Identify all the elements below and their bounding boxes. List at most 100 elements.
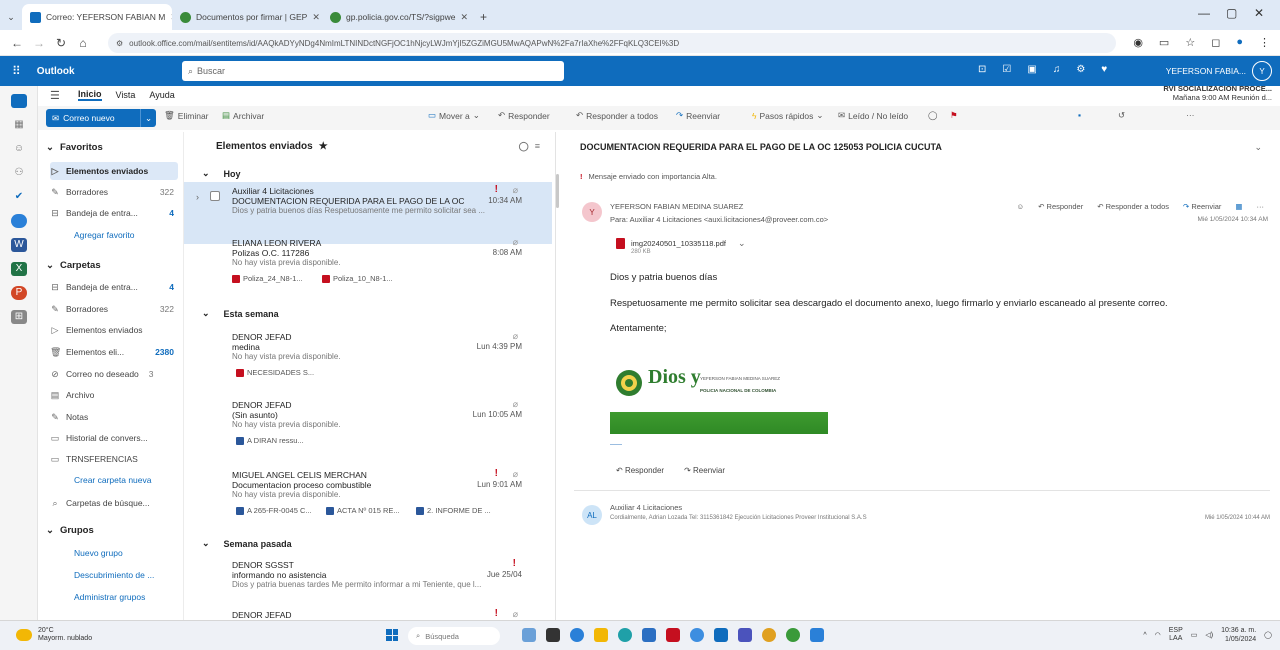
calendar-icon[interactable]: ▦: [11, 118, 27, 132]
select-checkbox[interactable]: [210, 191, 220, 201]
close-window-icon[interactable]: ✕: [1254, 6, 1264, 20]
attachment-card[interactable]: img20240501_10335118.pdf 280 KB ⌄: [616, 238, 746, 255]
bell-icon[interactable]: ♫: [1053, 64, 1061, 75]
tab-ayuda[interactable]: Ayuda: [149, 90, 174, 100]
edge-icon[interactable]: [618, 628, 632, 642]
weather-widget[interactable]: 20°C Mayorm. nublado: [16, 627, 92, 643]
tab-vista[interactable]: Vista: [116, 90, 136, 100]
groups-header[interactable]: ⌄ Grupos: [46, 525, 94, 536]
todo-check-icon[interactable]: ✔: [11, 190, 27, 204]
store-icon[interactable]: [642, 628, 656, 642]
site-info-icon[interactable]: ⚙: [116, 39, 123, 48]
add-favorite-link[interactable]: Agregar favorito: [74, 230, 134, 240]
reply-all-action[interactable]: ↶ Responder a todos: [1097, 202, 1169, 211]
attachment-chip[interactable]: 2. INFORME DE ...: [416, 506, 491, 515]
teams-taskbar-icon[interactable]: [738, 628, 752, 642]
thread-reply-item[interactable]: AL Auxiliar 4 Licitaciones Cordialmente,…: [574, 490, 1270, 536]
tips-icon[interactable]: ♥: [1101, 64, 1107, 75]
list-item[interactable]: DENOR JEFAD ⌀ medina Lun 4:39 PM No hay …: [184, 328, 552, 390]
sender-name[interactable]: YEFERSON FABIAN MEDINA SUAREZ: [610, 202, 743, 211]
forward-button[interactable]: ↷ Reenviar: [676, 110, 720, 121]
undo-button[interactable]: ↺: [1118, 110, 1125, 121]
volume-icon[interactable]: ◁): [1205, 631, 1213, 639]
todo-icon[interactable]: ☑: [1002, 64, 1011, 75]
office-icon[interactable]: [666, 628, 680, 642]
folder-search-folders[interactable]: ⌕ Carpetas de búsque...: [50, 494, 178, 512]
windows-start-icon[interactable]: [386, 629, 398, 641]
close-tab-icon[interactable]: ✕: [460, 12, 468, 23]
tab-search-chevron-icon[interactable]: ⌄: [0, 4, 22, 30]
group-header-this-week[interactable]: ⌄ Esta semana: [202, 308, 279, 319]
folder-drafts[interactable]: ✎ Borradores 322: [50, 300, 178, 318]
attachment-chip[interactable]: NECESIDADES S...: [236, 368, 314, 377]
discover-groups-link[interactable]: Descubrimiento de ...: [74, 570, 154, 580]
tag-button[interactable]: ◯: [928, 110, 938, 121]
list-item[interactable]: ELIANA LEON RIVERA ⌀ Polizas O.C. 117286…: [184, 234, 552, 296]
browser-tab-documents[interactable]: Documentos por firmar | GEP ✕: [172, 4, 322, 30]
new-mail-button[interactable]: ✉ Correo nuevo ⌄: [46, 109, 156, 127]
mail-icon[interactable]: [11, 94, 27, 108]
folder-archive[interactable]: ▤ Archivo: [50, 386, 178, 404]
onedrive-icon[interactable]: [11, 214, 27, 228]
attachment-chip[interactable]: ACTA Nº 015 RE...: [326, 506, 400, 515]
manage-groups-link[interactable]: Administrar grupos: [74, 592, 145, 602]
cast-icon[interactable]: ▭: [1159, 36, 1169, 49]
attachment-chip[interactable]: Poliza_24_N8-1...: [232, 274, 303, 283]
expand-thread-icon[interactable]: ›: [196, 192, 199, 202]
maximize-icon[interactable]: ▢: [1226, 6, 1237, 20]
back-icon[interactable]: ←: [6, 36, 28, 50]
teams-icon[interactable]: ⊡: [978, 64, 986, 75]
chat-icon[interactable]: [570, 628, 584, 642]
browser-tab-outlook[interactable]: Correo: YEFERSON FABIAN M ✕: [22, 4, 172, 30]
browser-menu-icon[interactable]: ⋮: [1259, 36, 1270, 49]
folder-sent[interactable]: ▷ Elementos enviados: [50, 162, 178, 180]
taskbar-search[interactable]: ⌕ Búsqueda: [408, 627, 500, 645]
read-unread-button[interactable]: ✉ Leído / No leído: [838, 110, 908, 121]
reload-icon[interactable]: ↻: [50, 36, 72, 50]
eye-icon[interactable]: ◉: [1133, 36, 1143, 49]
notifications-icon[interactable]: ◯: [1264, 631, 1272, 639]
account-manager[interactable]: YEFERSON FABIA... Y: [1166, 61, 1272, 81]
tab-inicio[interactable]: Inicio: [78, 89, 102, 101]
move-button[interactable]: ▭ Mover a ⌄: [428, 110, 480, 121]
filter-icon[interactable]: ≡: [535, 141, 546, 151]
home-icon[interactable]: ⌂: [72, 36, 94, 50]
folder-transfers[interactable]: ▭ TRNSFERENCIAS: [50, 450, 178, 468]
folder-conversation-history[interactable]: ▭ Historial de convers...: [50, 429, 178, 447]
gear-icon[interactable]: ⚙: [1076, 64, 1085, 75]
quick-steps-button[interactable]: ϟ Pasos rápidos ⌄: [752, 110, 824, 121]
ellipsis-icon[interactable]: ···: [1257, 202, 1265, 211]
extensions-icon[interactable]: ◻: [1211, 36, 1220, 49]
more-apps-icon[interactable]: ⊞: [11, 310, 27, 324]
browser-tab-gp[interactable]: gp.policia.gov.co/TS/?sigpwe ✕: [322, 4, 472, 30]
people-icon[interactable]: ☺: [11, 142, 27, 156]
attachment-chip[interactable]: Poliza_10_N8-1...: [322, 274, 393, 283]
url-field[interactable]: ⚙ outlook.office.com/mail/sentitems/id/A…: [108, 33, 1116, 53]
sender-avatar[interactable]: Y: [582, 202, 602, 222]
minimize-icon[interactable]: —: [1198, 6, 1210, 20]
group-header-today[interactable]: ⌄ Hoy: [202, 168, 241, 179]
folder-sent[interactable]: ▷ Elementos enviados: [50, 321, 178, 339]
grid-view-icon[interactable]: ▦: [1235, 202, 1242, 211]
outlook-taskbar-icon[interactable]: [714, 628, 728, 642]
app-name[interactable]: Outlook: [37, 66, 75, 77]
chevron-down-icon[interactable]: ⌄: [140, 109, 156, 127]
flag-button[interactable]: ⚑: [950, 110, 958, 121]
create-folder-link[interactable]: Crear carpeta nueva: [74, 475, 152, 485]
file-explorer-icon[interactable]: [594, 628, 608, 642]
emoji-reaction-icon[interactable]: ☺: [1016, 202, 1024, 211]
delete-button[interactable]: 🗑 Eliminar: [164, 110, 209, 121]
network-icon[interactable]: ▭: [1191, 631, 1198, 639]
reminder-card[interactable]: RVI SOCIALIZACION PROCE... Mañana 9:00 A…: [1163, 84, 1272, 102]
app-launcher-icon[interactable]: ⠿: [12, 64, 21, 78]
folder-deleted[interactable]: 🗑 Elementos eli... 2380: [50, 343, 178, 361]
profile-icon[interactable]: ●: [1236, 36, 1243, 49]
attachment-chip[interactable]: A 265-FR-0045 C...: [236, 506, 312, 515]
folder-inbox[interactable]: ⊟ Bandeja de entra... 4: [50, 204, 178, 222]
app-icon[interactable]: [810, 628, 824, 642]
wifi-icon[interactable]: ◠: [1155, 631, 1161, 639]
reply-all-button[interactable]: ↶ Responder a todos: [576, 110, 658, 121]
attachment-chip[interactable]: A DIRAN ressu...: [236, 436, 304, 445]
widgets-icon[interactable]: [522, 628, 536, 642]
forward-icon[interactable]: →: [28, 36, 50, 50]
